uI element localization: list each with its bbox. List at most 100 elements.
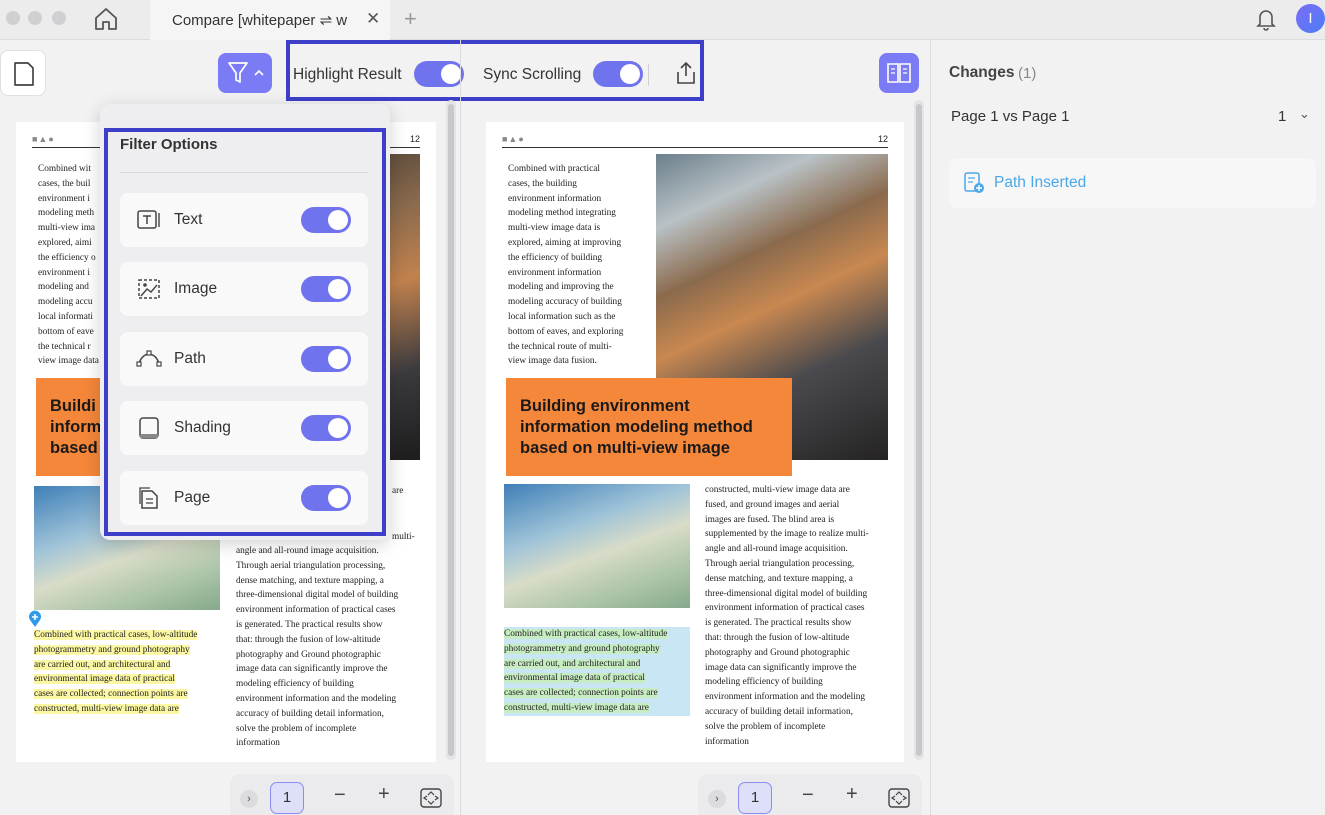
text-line: constructed, multi-view image data are bbox=[34, 702, 234, 717]
text-line: image data can significantly improve the bbox=[236, 664, 388, 675]
text-line: Through aerial triangulation processing, bbox=[236, 560, 386, 571]
body-fragment: multi- bbox=[392, 532, 415, 542]
chevron-down-icon[interactable]: ⌄ bbox=[1299, 106, 1310, 122]
text-line-span: photogrammetry and ground photography bbox=[504, 643, 660, 654]
highlighted-text: Combined with practical cases, low-altit… bbox=[34, 628, 234, 717]
right-document-page: ■▲● 12 Combined with practical cases, the… bbox=[486, 122, 904, 762]
page-number-input[interactable]: 1 bbox=[738, 782, 772, 814]
change-item[interactable]: Path Inserted bbox=[949, 158, 1316, 208]
text-line: three-dimensional digital model of build… bbox=[705, 588, 868, 599]
scroll-thumb[interactable] bbox=[448, 104, 454, 756]
text-icon bbox=[136, 208, 162, 232]
text-line: environment information and the modeling bbox=[705, 692, 866, 703]
path-icon bbox=[136, 347, 162, 371]
text-line: supplemented by the image to realize mul… bbox=[705, 529, 869, 540]
text-line: photography and Ground photographic bbox=[236, 649, 381, 660]
highlighted-text: Combined with practical cases, low-altit… bbox=[504, 627, 690, 716]
side-by-side-button[interactable] bbox=[879, 53, 919, 93]
text-line: cases, the building bbox=[508, 178, 577, 189]
share-icon[interactable] bbox=[674, 60, 698, 86]
filter-text-toggle[interactable] bbox=[301, 207, 351, 233]
minimize-window-button[interactable] bbox=[28, 11, 42, 25]
text-line-span: environmental image data of practical bbox=[34, 674, 175, 685]
left-scrollbar[interactable] bbox=[446, 100, 456, 760]
close-tab-icon[interactable]: ✕ bbox=[366, 9, 380, 29]
text-line-span: cases are collected; connection points a… bbox=[504, 688, 658, 699]
filter-page-toggle[interactable] bbox=[301, 485, 351, 511]
zoom-in-button[interactable]: + bbox=[378, 783, 390, 806]
page-header: ■▲● 12 bbox=[502, 134, 888, 148]
zoom-out-button[interactable]: − bbox=[334, 784, 346, 807]
chevron-right-icon[interactable]: › bbox=[708, 790, 726, 808]
changes-sidebar: Changes (1) Page 1 vs Page 1 1 ⌄ Path In… bbox=[930, 40, 1325, 815]
chevron-right-icon[interactable]: › bbox=[240, 790, 258, 808]
fit-page-icon[interactable] bbox=[888, 788, 910, 808]
tab-compare[interactable]: Compare [whitepaper ⇌ w ✕ bbox=[150, 0, 390, 40]
text-line: constructed, multi-view image data are bbox=[504, 701, 690, 716]
path-inserted-marker-icon[interactable] bbox=[28, 610, 42, 628]
text-line: environment information bbox=[508, 267, 602, 278]
text-line-span: are carried out, and architectural and bbox=[504, 658, 641, 669]
new-tab-button[interactable]: + bbox=[404, 6, 417, 32]
text-line: angle and all-round image acquisition. bbox=[705, 544, 848, 555]
text-line: Combined with practical cases, low-altit… bbox=[34, 628, 234, 643]
body-text: angle and all-round image acquisition. Th… bbox=[236, 544, 426, 751]
home-icon[interactable] bbox=[92, 6, 120, 32]
filter-option-page[interactable]: Page bbox=[120, 471, 368, 525]
page-number-input[interactable]: 1 bbox=[270, 782, 304, 814]
header-shapes: ■▲● bbox=[32, 134, 55, 144]
path-inserted-icon bbox=[963, 172, 985, 194]
filter-path-toggle[interactable] bbox=[301, 346, 351, 372]
scroll-thumb[interactable] bbox=[916, 104, 922, 756]
image-icon bbox=[136, 277, 162, 301]
filter-shading-toggle[interactable] bbox=[301, 415, 351, 441]
left-page-controls: › 1 − + bbox=[230, 774, 454, 815]
text-line: that: through the fusion of low-altitude bbox=[236, 634, 381, 645]
body-fragment: are bbox=[392, 486, 404, 496]
avatar[interactable]: I bbox=[1296, 4, 1325, 33]
filter-option-image[interactable]: Image bbox=[120, 262, 368, 316]
filter-image-toggle[interactable] bbox=[301, 276, 351, 302]
text-line: cases are collected; connection points a… bbox=[34, 687, 234, 702]
text-line: Through aerial triangulation processing, bbox=[705, 558, 855, 569]
right-scrollbar[interactable] bbox=[914, 100, 924, 760]
changes-count: (1) bbox=[1018, 65, 1037, 82]
text-line: are carried out, and architectural and bbox=[504, 657, 690, 672]
text-line: dense matching, and texture mapping, a bbox=[705, 573, 853, 584]
tab-title: Compare [whitepaper ⇌ w bbox=[172, 12, 348, 29]
zoom-window-button[interactable] bbox=[52, 11, 66, 25]
text-line-span: Combined with practical cases, low-altit… bbox=[34, 630, 198, 640]
text-line: angle and all-round image acquisition. bbox=[236, 546, 379, 556]
filter-option-path[interactable]: Path bbox=[120, 332, 368, 386]
title-bar: Compare [whitepaper ⇌ w ✕ + I bbox=[0, 0, 1325, 40]
close-window-button[interactable] bbox=[6, 11, 20, 25]
text-line-span: cases are collected; connection points a… bbox=[34, 689, 188, 700]
filter-title: Filter Options bbox=[120, 136, 218, 153]
fit-page-icon[interactable] bbox=[420, 788, 442, 808]
filter-divider bbox=[120, 172, 368, 173]
document-panel-button[interactable] bbox=[0, 50, 46, 96]
filter-option-text[interactable]: Text bbox=[120, 193, 368, 247]
filter-icon bbox=[228, 62, 264, 83]
text-line: fused, and ground images and aerial bbox=[705, 499, 840, 510]
heading-text: Building environment information modeling… bbox=[520, 396, 782, 459]
highlight-result-toggle[interactable] bbox=[414, 61, 464, 87]
text-line: modeling efficiency of building bbox=[236, 679, 354, 690]
text-line: are carried out, and architectural and bbox=[34, 658, 234, 673]
text-line-span: constructed, multi-view image data are bbox=[34, 703, 179, 714]
zoom-in-button[interactable]: + bbox=[846, 783, 858, 806]
bell-icon[interactable] bbox=[1255, 6, 1277, 32]
zoom-out-button[interactable]: − bbox=[802, 784, 814, 807]
text-line: environment information of practical cas… bbox=[705, 603, 865, 614]
text-line: environmental image data of practical bbox=[34, 672, 234, 687]
text-line: Combined with practical cases, low-altit… bbox=[504, 627, 690, 642]
text-line: three-dimensional digital model of build… bbox=[236, 590, 399, 601]
page-comparison-count: 1 bbox=[1278, 108, 1287, 125]
sync-scrolling-toggle[interactable] bbox=[593, 61, 643, 87]
change-item-label: Path Inserted bbox=[994, 174, 1087, 191]
filter-button[interactable] bbox=[218, 53, 272, 93]
document-icon bbox=[14, 62, 34, 86]
text-line: information modeling method bbox=[520, 418, 753, 436]
text-line-span: photogrammetry and ground photography bbox=[34, 644, 190, 655]
filter-option-shading[interactable]: Shading bbox=[120, 401, 368, 455]
